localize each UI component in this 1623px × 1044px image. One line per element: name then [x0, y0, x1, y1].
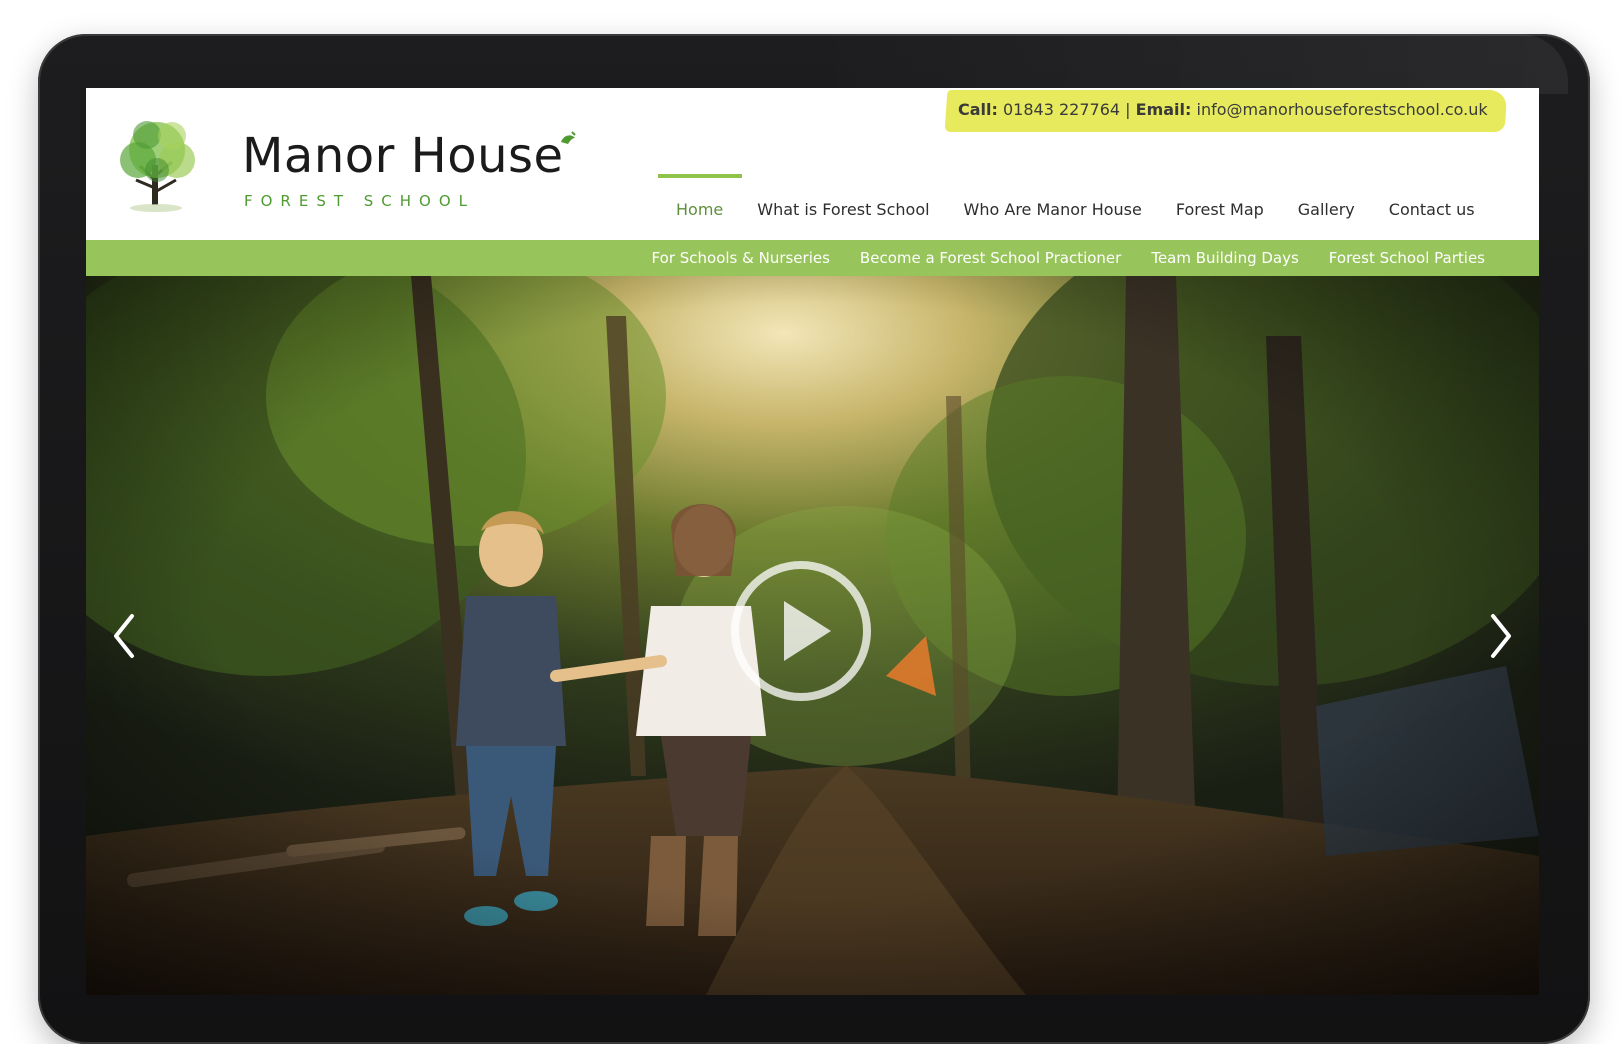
site-logo[interactable]: Manor House FOREST SCHOOL	[102, 110, 602, 220]
nav-item-contact-us[interactable]: Contact us	[1372, 196, 1492, 226]
call-label: Call:	[958, 100, 998, 119]
nav-item-forest-map[interactable]: Forest Map	[1159, 196, 1281, 226]
bird-icon	[561, 131, 576, 144]
subnav-item-team-building[interactable]: Team Building Days	[1136, 249, 1313, 267]
active-nav-indicator	[658, 174, 742, 178]
logo-title: Manor House	[242, 128, 564, 184]
chevron-left-icon[interactable]	[104, 606, 144, 666]
nav-item-home[interactable]: Home	[658, 196, 740, 226]
email-label: Email:	[1135, 100, 1192, 119]
main-navigation: Home What is Forest School Who Are Manor…	[658, 196, 1492, 226]
phone-number[interactable]: 01843 227764	[1003, 100, 1120, 119]
email-link[interactable]: info@manorhouseforestschool.co.uk	[1197, 100, 1488, 119]
chevron-right-icon[interactable]	[1481, 606, 1521, 666]
subnav-item-schools-nurseries[interactable]: For Schools & Nurseries	[637, 249, 845, 267]
contact-separator: |	[1125, 100, 1131, 119]
nav-item-who-are-manor-house[interactable]: Who Are Manor House	[947, 196, 1159, 226]
site-header: Manor House FOREST SCHOOL Call: 01843 22…	[86, 88, 1539, 240]
website-screen: Manor House FOREST SCHOOL Call: 01843 22…	[86, 88, 1539, 995]
subnav-item-become-practioner[interactable]: Become a Forest School Practioner	[845, 249, 1136, 267]
subnav-item-parties[interactable]: Forest School Parties	[1314, 249, 1539, 267]
device-glare	[808, 34, 1568, 94]
nav-item-gallery[interactable]: Gallery	[1281, 196, 1372, 226]
nav-item-what-is-forest-school[interactable]: What is Forest School	[740, 196, 946, 226]
secondary-navigation: For Schools & Nurseries Become a Forest …	[86, 240, 1539, 276]
play-icon[interactable]	[726, 556, 876, 706]
hero-slider	[86, 276, 1539, 995]
tree-logo-icon	[120, 121, 195, 212]
logo-subtitle: FOREST SCHOOL	[244, 192, 476, 210]
contact-bar: Call: 01843 227764 | Email: info@manorho…	[958, 100, 1498, 119]
